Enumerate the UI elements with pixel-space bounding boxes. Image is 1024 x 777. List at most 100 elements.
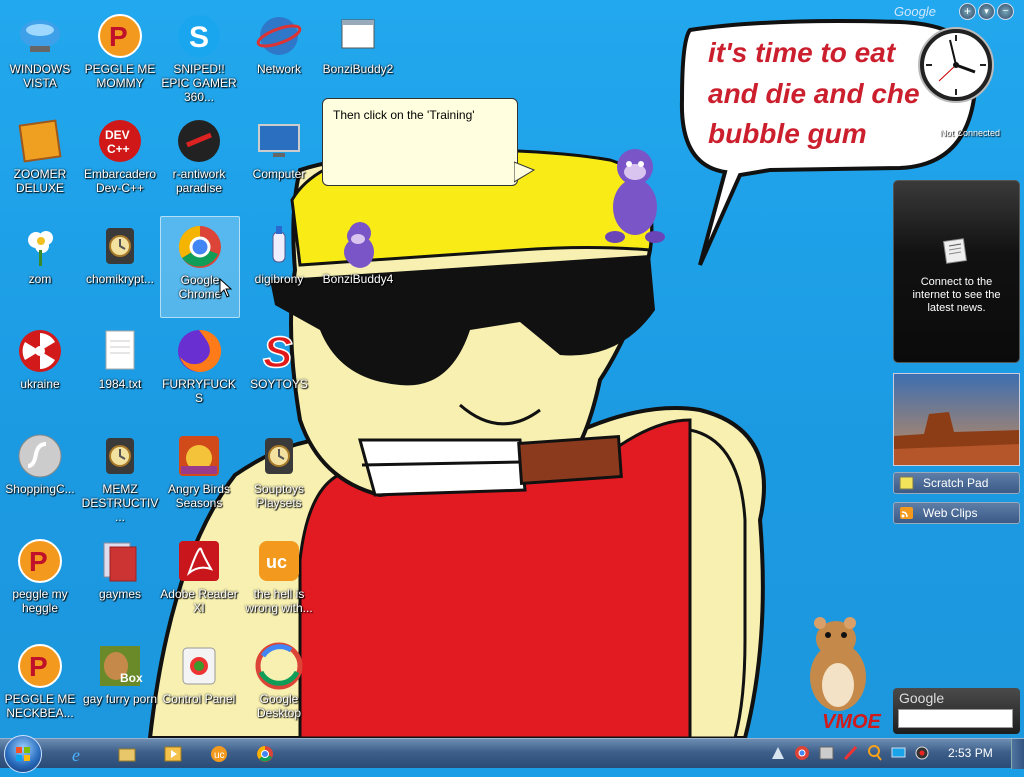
desktop-icon-chomikrypt[interactable]: chomikrypt...: [81, 216, 159, 316]
desktop-icon-sniped-epic-gamer-360[interactable]: S SNIPED!! EPIC GAMER 360...: [160, 6, 238, 106]
scratch-pad-gadget[interactable]: Scratch Pad: [893, 472, 1020, 494]
uc-browser-icon: uc: [259, 541, 299, 581]
desktop-icon-gay-furry-porn[interactable]: Box gay furry porn: [81, 636, 159, 736]
callout-text: Then click on the 'Training': [333, 108, 475, 122]
desktop-icon-furryfucks[interactable]: FURRYFUCKS: [160, 321, 238, 421]
desktop-icon-embarcadero-dev-c[interactable]: DEV C++ Embarcadero Dev-C++: [81, 111, 159, 211]
desktop-icon-label: 1984.txt: [98, 377, 142, 391]
desktop-icon-google-chrome[interactable]: Google Chrome: [160, 216, 240, 318]
start-button[interactable]: [4, 735, 42, 773]
desktop-icon-google-desktop[interactable]: Google Desktop: [240, 636, 318, 736]
chrome-icon: [178, 225, 221, 268]
news-message: Connect to the internet to see the lates…: [912, 276, 1001, 314]
record-tray-icon[interactable]: [914, 744, 931, 762]
bonzi-speech-callout[interactable]: Then click on the 'Training': [322, 98, 518, 186]
desktop-icon-label: ukraine: [20, 377, 60, 391]
hamster-character: [810, 617, 866, 711]
chrome-taskbar-icon[interactable]: [255, 744, 275, 764]
zoomer-game-icon: [18, 119, 62, 163]
desktop-icon-label: Computer: [252, 167, 306, 181]
chrome-tray-icon[interactable]: [794, 744, 811, 762]
desktop-icon-label: MEMZ DESTRUCTIV...: [81, 482, 159, 524]
desktop-icon-label: SOYTOYS: [250, 377, 308, 391]
svg-text:P: P: [109, 21, 128, 52]
media-player-icon[interactable]: [163, 744, 183, 764]
show-desktop-button[interactable]: [1011, 739, 1024, 769]
sidebar-minimize-button[interactable]: –: [997, 3, 1014, 20]
desktop-icon-soytoys[interactable]: S SOYTOYS: [240, 321, 318, 421]
google-search-input[interactable]: [898, 709, 1013, 728]
desktop-icon-r-antiwork-paradise[interactable]: r-antiwork paradise: [160, 111, 238, 211]
desktop-icon-zoomer-deluxe[interactable]: ZOOMER DELUXE: [1, 111, 79, 211]
windows-logo-icon: [16, 747, 30, 761]
vista-bowl-icon: [20, 20, 60, 52]
desktop-icon-shoppingc[interactable]: ShoppingC...: [1, 426, 79, 526]
bonzi-icon: [344, 226, 372, 266]
skype-icon: S: [178, 15, 220, 57]
search-google-logo: Google: [899, 690, 945, 706]
uc-browser-icon[interactable]: uc: [209, 744, 229, 764]
desktop-icon-label: zom: [28, 272, 52, 286]
desktop-icon-angry-birds-seasons[interactable]: Angry Birds Seasons: [160, 426, 238, 526]
desktop-icon-bonzibuddy4[interactable]: BonziBuddy4: [319, 216, 397, 316]
search-tray-icon[interactable]: [866, 744, 883, 762]
svg-text:uc: uc: [214, 750, 225, 761]
desktop-icon-peggle-my-heggle[interactable]: Ppeggle my heggle: [1, 531, 79, 631]
adobe-reader-icon: [179, 541, 219, 581]
scratch-pad-icon: [899, 476, 914, 490]
desktop-icon-label: Angry Birds Seasons: [167, 482, 231, 510]
rss-feed-icon: [900, 507, 913, 519]
desktop-icon-control-panel[interactable]: Control Panel: [160, 636, 238, 736]
photo-slideshow-gadget[interactable]: [893, 373, 1020, 466]
web-clips-gadget[interactable]: Web Clips: [893, 502, 1020, 524]
sidebar-google-logo: Google: [894, 4, 936, 19]
desktop-icon-label: chomikrypt...: [85, 272, 154, 286]
network-globe-icon: [256, 17, 302, 55]
desktop-icon-label: r-antiwork paradise: [172, 167, 226, 195]
svg-text:P: P: [29, 546, 48, 577]
desktop-icon-1984-txt[interactable]: 1984.txt: [81, 321, 159, 421]
desktop-icon-gaymes[interactable]: gaymes: [81, 531, 159, 631]
desktop-icon-ukraine[interactable]: ukraine: [1, 321, 79, 421]
desktop-icon-zom[interactable]: zom: [1, 216, 79, 316]
add-gadget-button[interactable]: +: [959, 3, 976, 20]
desktop-icon-bonzibuddy2[interactable]: BonziBuddy2: [319, 6, 397, 106]
tools-tray-icon[interactable]: [842, 744, 859, 762]
google-desktop-icon: [255, 642, 303, 690]
desktop-icon-peggle-me-mommy[interactable]: P PEGGLE ME MOMMY: [81, 6, 159, 106]
google-search-gadget: Google: [893, 688, 1020, 734]
explorer-folder-icon[interactable]: [117, 744, 137, 764]
clock-gadget[interactable]: [917, 26, 995, 104]
sidebar-menu-button[interactable]: ▾: [978, 3, 995, 20]
computer-monitor-icon: [258, 124, 300, 157]
desktop-icon-computer[interactable]: Computer: [240, 111, 318, 211]
speech-line-2: and die and che: [708, 78, 920, 109]
desktop-icon-label: SNIPED!! EPIC GAMER 360...: [161, 62, 237, 104]
desktop-icon-adobe-reader-xi[interactable]: Adobe Reader XI: [160, 531, 238, 631]
news-gadget[interactable]: Connect to the internet to see the lates…: [893, 180, 1020, 363]
display-tray-icon[interactable]: [890, 744, 907, 762]
desert-photo: [894, 374, 1019, 465]
taskbar-clock[interactable]: 2:53 PM: [948, 746, 993, 760]
internet-explorer-icon[interactable]: e: [70, 744, 90, 764]
callout-tail: [514, 161, 536, 183]
app-clock-icon: [106, 438, 134, 474]
desktop-icon-network[interactable]: Network: [240, 6, 318, 106]
bonzi-buddy-character[interactable]: [595, 137, 675, 249]
media-folder-icon: [103, 542, 137, 582]
desktop-icon-windows-vista[interactable]: WINDOWS VISTA: [1, 6, 79, 106]
desktop-icon-digibrony[interactable]: digibrony: [240, 216, 318, 316]
desktop-icon-memz-destructiv[interactable]: MEMZ DESTRUCTIV...: [81, 426, 159, 526]
desktop-icon-the-hell-is-wrong-with[interactable]: uc the hell is wrong with...: [240, 531, 318, 631]
connection-status: Not Connected: [940, 128, 1001, 138]
scratch-pad-label: Scratch Pad: [923, 476, 989, 490]
desktop: it's time to eat and die and che bubble …: [0, 0, 1024, 738]
network-tray-icon[interactable]: [770, 744, 787, 762]
peggle-icon: P: [98, 14, 142, 58]
folder-window-icon: [341, 19, 375, 49]
app-clock-icon: [265, 438, 293, 474]
desktop-icon-souptoys-playsets[interactable]: Souptoys Playsets: [240, 426, 318, 526]
utility-tray-icon[interactable]: [818, 744, 835, 762]
newspaper-icon: [943, 238, 967, 264]
desktop-icon-peggle-me-neckbea[interactable]: P PEGGLE ME NECKBEA...: [1, 636, 79, 736]
